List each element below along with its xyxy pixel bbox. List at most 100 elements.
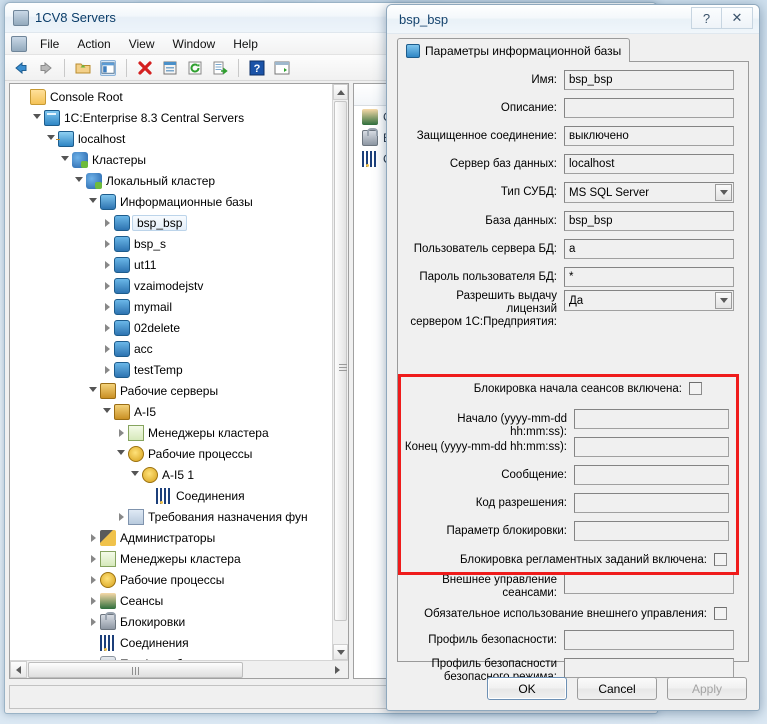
text-field[interactable]: выключено	[564, 126, 734, 146]
tree-node[interactable]: Рабочие процессы	[10, 443, 332, 464]
text-field[interactable]	[564, 574, 734, 594]
checkbox[interactable]	[714, 553, 727, 566]
tree-node[interactable]: testTemp	[10, 359, 332, 380]
menu-help[interactable]: Help	[224, 35, 267, 53]
tree-node[interactable]: vzaimodejstv	[10, 275, 332, 296]
chevron-down-icon[interactable]	[715, 292, 732, 309]
export-list-icon[interactable]	[212, 60, 228, 76]
dialog-button-row[interactable]: OK Cancel Apply	[387, 677, 747, 700]
apply-button[interactable]: Apply	[667, 677, 747, 700]
new-window-icon[interactable]	[274, 60, 290, 76]
tree-scroll-right-button[interactable]	[329, 661, 346, 678]
text-field[interactable]	[574, 409, 729, 429]
text-field[interactable]	[574, 521, 729, 541]
forward-icon[interactable]	[38, 60, 54, 76]
text-field[interactable]: bsp_bsp	[564, 211, 734, 231]
properties-icon[interactable]	[162, 60, 178, 76]
menu-file[interactable]: File	[31, 35, 68, 53]
expand-arrow-icon[interactable]	[100, 281, 114, 290]
tree-vertical-scrollbar[interactable]	[332, 84, 348, 660]
menu-action[interactable]: Action	[68, 35, 119, 53]
text-field[interactable]	[574, 465, 729, 485]
tree-node[interactable]: Рабочие серверы	[10, 380, 332, 401]
dropdown-field[interactable]: Да	[564, 290, 734, 311]
tree-node[interactable]: Информационные базы	[10, 191, 332, 212]
menu-view[interactable]: View	[120, 35, 164, 53]
tree-node[interactable]: A-I5 1	[10, 464, 332, 485]
dropdown-field[interactable]: MS SQL Server	[564, 182, 734, 203]
text-field[interactable]: localhost	[564, 154, 734, 174]
tree-horizontal-scrollbar[interactable]	[10, 660, 348, 678]
tree-scroll-down-button[interactable]	[333, 644, 348, 660]
text-field[interactable]	[564, 658, 734, 678]
tree-node[interactable]: mymail	[10, 296, 332, 317]
tree-node[interactable]: bsp_bsp	[10, 212, 332, 233]
tree-scroll-up-button[interactable]	[333, 84, 348, 100]
expand-arrow-icon[interactable]	[86, 533, 100, 542]
help-button[interactable]: ?	[691, 7, 722, 29]
tree-node[interactable]: Сеансы	[10, 590, 332, 611]
checkbox[interactable]	[714, 607, 727, 620]
tree-node[interactable]: Блокировки	[10, 611, 332, 632]
tree-node[interactable]: Соединения	[10, 485, 332, 506]
tree-scroll-left-button[interactable]	[10, 661, 27, 678]
text-field[interactable]	[574, 437, 729, 457]
close-icon[interactable]: ✕	[722, 7, 753, 29]
expand-arrow-icon[interactable]	[100, 302, 114, 311]
menu-window[interactable]: Window	[164, 35, 225, 53]
collapse-arrow-icon[interactable]	[86, 385, 100, 396]
text-field[interactable]	[574, 493, 729, 513]
expand-arrow-icon[interactable]	[100, 323, 114, 332]
text-field[interactable]: a	[564, 239, 734, 259]
collapse-arrow-icon[interactable]	[58, 154, 72, 165]
text-field[interactable]	[564, 630, 734, 650]
tree-node[interactable]: 1C:Enterprise 8.3 Central Servers	[10, 107, 332, 128]
expand-arrow-icon[interactable]	[86, 617, 100, 626]
cancel-button[interactable]: Cancel	[577, 677, 657, 700]
tree-node[interactable]: Рабочие процессы	[10, 569, 332, 590]
expand-arrow-icon[interactable]	[100, 239, 114, 248]
tree-node[interactable]: acc	[10, 338, 332, 359]
text-field[interactable]: *	[564, 267, 734, 287]
expand-arrow-icon[interactable]	[86, 596, 100, 605]
tree-node[interactable]: localhost	[10, 128, 332, 149]
tree-node[interactable]: Менеджеры кластера	[10, 548, 332, 569]
delete-icon[interactable]	[137, 60, 153, 76]
tree-node[interactable]: bsp_s	[10, 233, 332, 254]
chevron-down-icon[interactable]	[715, 184, 732, 201]
tree-node[interactable]: A-I5	[10, 401, 332, 422]
tree-node[interactable]: Локальный кластер	[10, 170, 332, 191]
dialog-tabstrip[interactable]: Параметры информационной базы	[397, 38, 749, 62]
help-icon[interactable]: ?	[249, 60, 265, 76]
tree-node[interactable]: Администраторы	[10, 527, 332, 548]
tree-hscroll-thumb[interactable]	[28, 661, 243, 678]
tree-scroll-thumb[interactable]	[334, 101, 347, 621]
text-field[interactable]	[564, 98, 734, 118]
expand-arrow-icon[interactable]	[114, 512, 128, 521]
tree-node[interactable]: Профили безопасности	[10, 653, 332, 660]
refresh-icon[interactable]	[187, 60, 203, 76]
collapse-arrow-icon[interactable]	[86, 196, 100, 207]
text-field[interactable]: bsp_bsp	[564, 70, 734, 90]
expand-arrow-icon[interactable]	[114, 428, 128, 437]
tree-node[interactable]: Требования назначения фун	[10, 506, 332, 527]
expand-arrow-icon[interactable]	[100, 260, 114, 269]
expand-arrow-icon[interactable]	[86, 575, 100, 584]
ok-button[interactable]: OK	[487, 677, 567, 700]
console-tree[interactable]: Console Root 1C:Enterprise 8.3 Central Se…	[10, 84, 332, 660]
collapse-arrow-icon[interactable]	[114, 448, 128, 459]
expand-arrow-icon[interactable]	[100, 365, 114, 374]
console-tree-pane[interactable]: Console Root 1C:Enterprise 8.3 Central Se…	[9, 83, 349, 679]
show-hide-tree-icon[interactable]	[100, 59, 116, 76]
tree-node[interactable]: ut11	[10, 254, 332, 275]
expand-arrow-icon[interactable]	[100, 218, 114, 227]
collapse-arrow-icon[interactable]	[128, 469, 142, 480]
tree-node[interactable]: Кластеры	[10, 149, 332, 170]
tab-infobase-parameters[interactable]: Параметры информационной базы	[397, 38, 631, 62]
mmc-system-menu-icon[interactable]	[11, 35, 27, 52]
expand-arrow-icon[interactable]	[100, 344, 114, 353]
tree-node[interactable]: Console Root	[10, 86, 332, 107]
tree-node[interactable]: Менеджеры кластера	[10, 422, 332, 443]
back-icon[interactable]	[13, 60, 29, 76]
expand-arrow-icon[interactable]	[86, 554, 100, 563]
